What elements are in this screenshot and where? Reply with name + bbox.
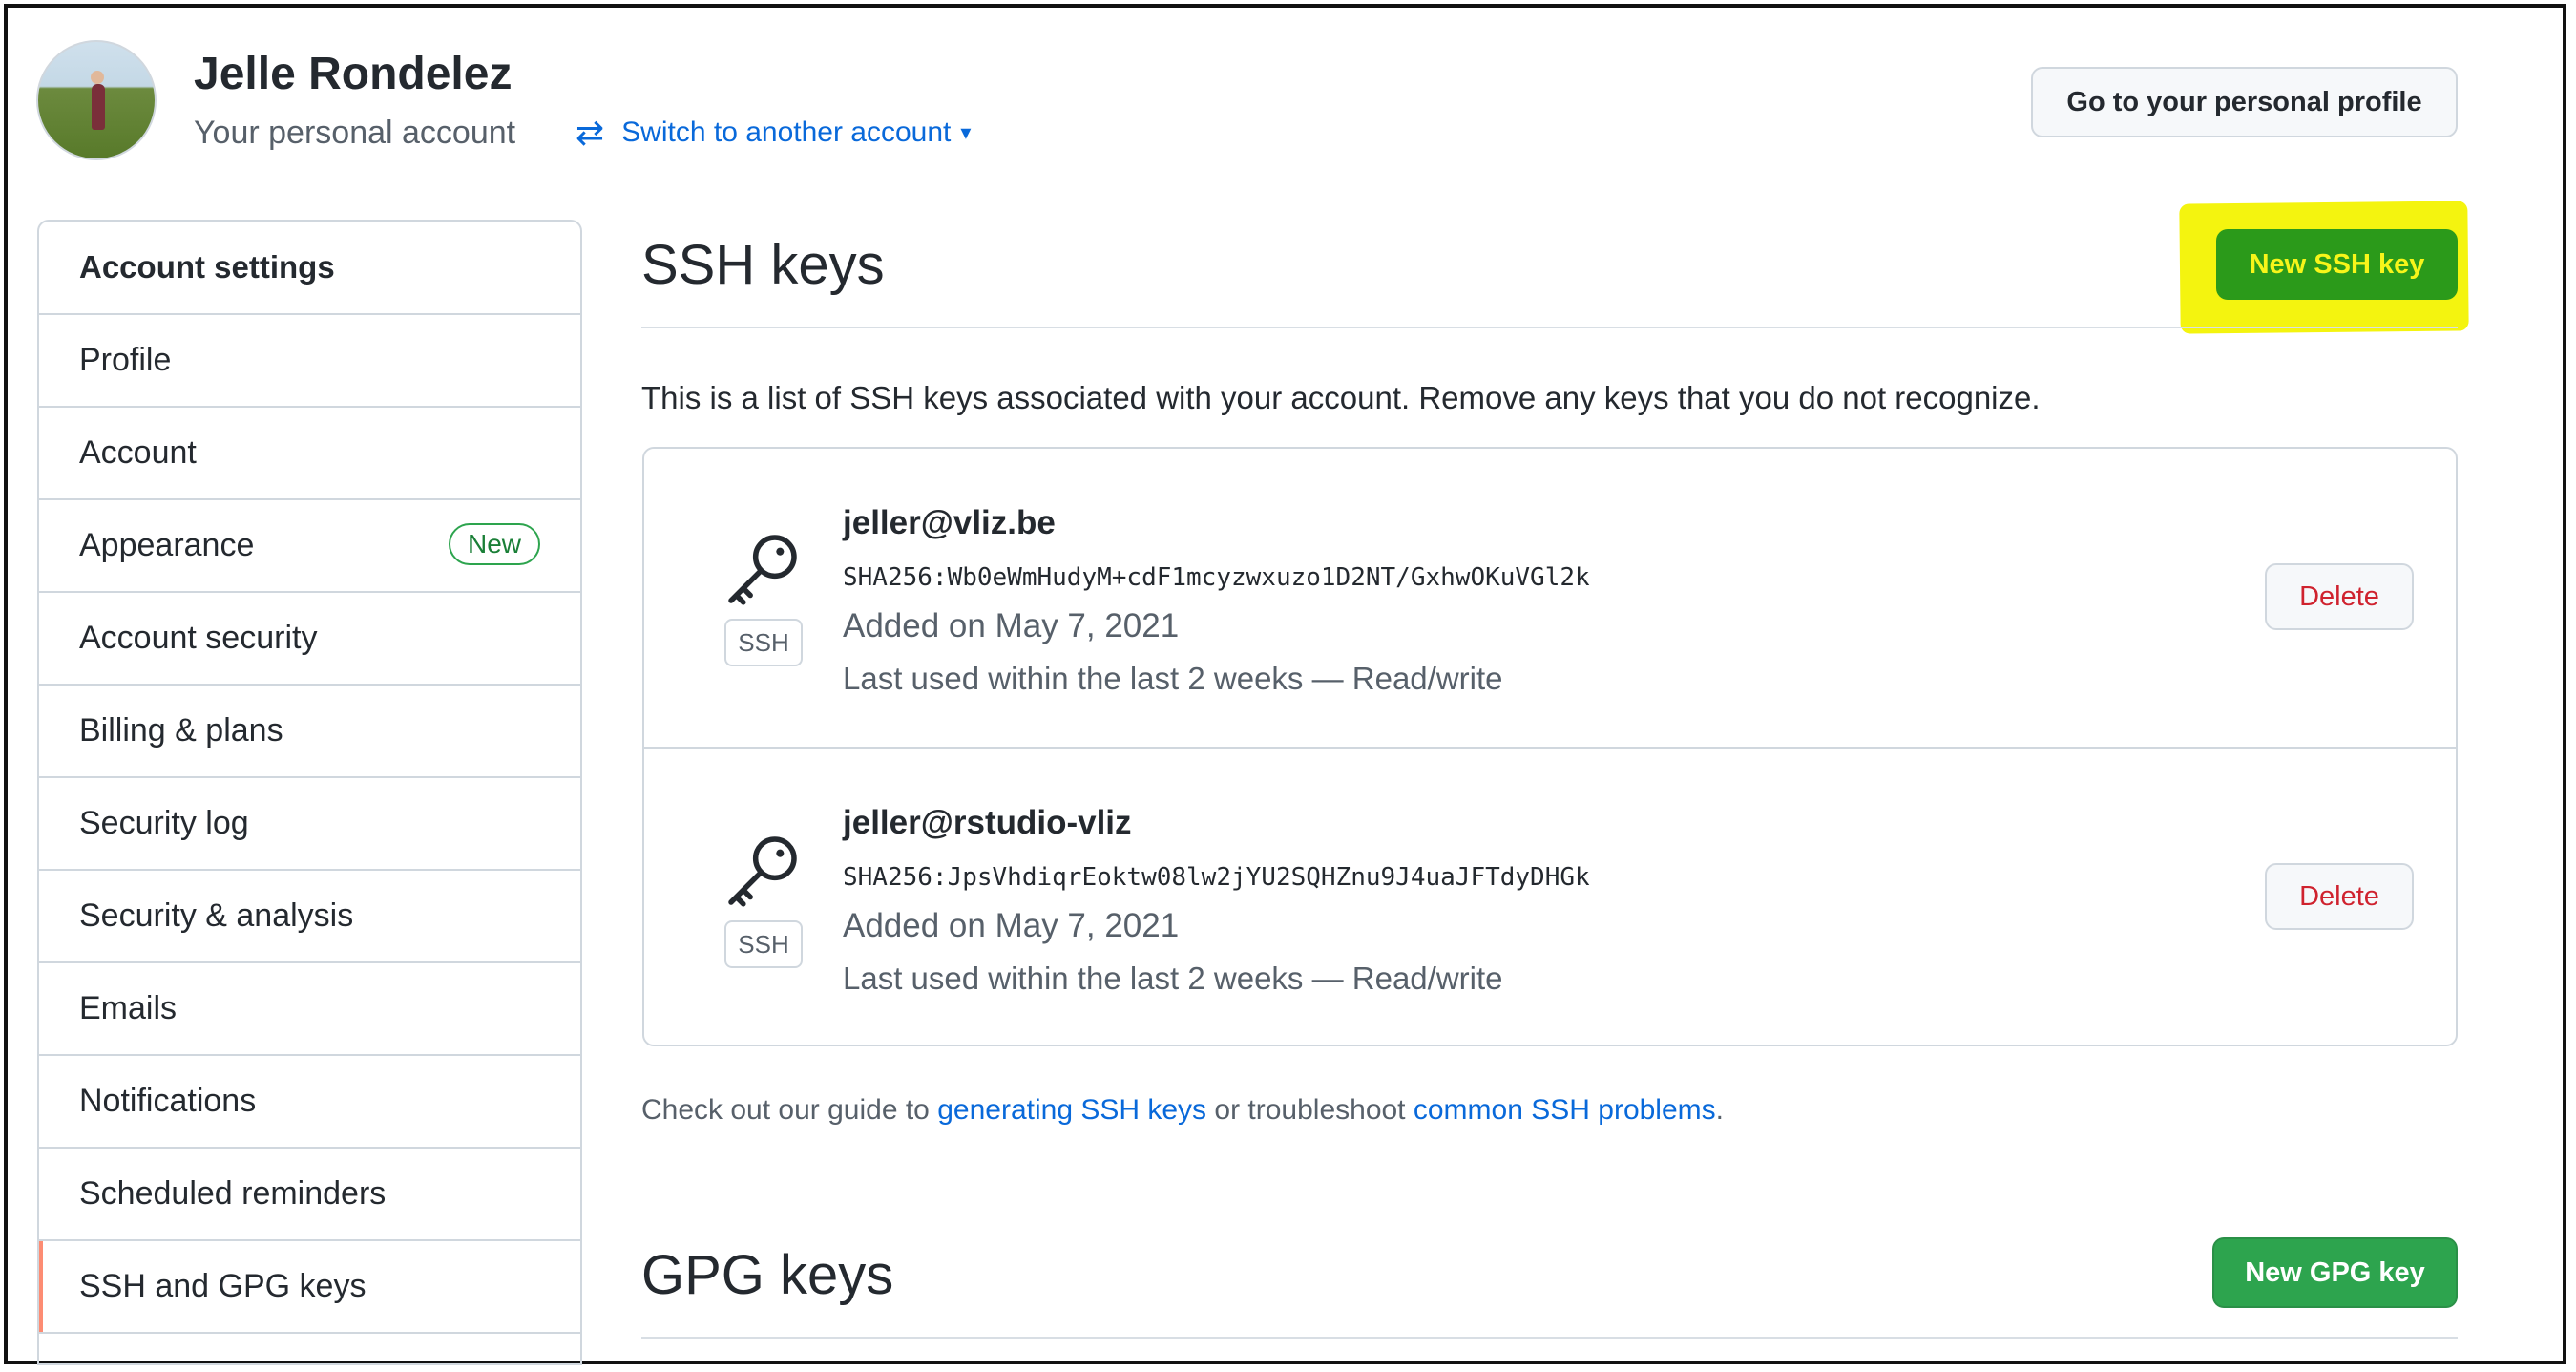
settings-sidebar: Account settings Profile Account Appeara… [37, 220, 582, 1365]
new-gpg-key-button[interactable]: New GPG key [2212, 1237, 2458, 1308]
sidebar-item-ssh-gpg-keys[interactable]: SSH and GPG keys [39, 1241, 580, 1334]
ssh-keys-description: This is a list of SSH keys associated wi… [641, 380, 2041, 415]
sidebar-item-profile[interactable]: Profile [39, 315, 580, 408]
key-last-used: Last used within the last 2 weeks — Read… [843, 960, 1503, 996]
account-type-label: Your personal account [194, 115, 516, 151]
new-ssh-key-button[interactable]: New SSH key [2216, 229, 2458, 300]
user-name: Jelle Rondelez [194, 49, 513, 99]
sidebar-item-emails[interactable]: Emails [39, 963, 580, 1056]
key-added-date: Added on May 7, 2021 [843, 907, 1180, 944]
personal-profile-button[interactable]: Go to your personal profile [2031, 67, 2458, 137]
sidebar-item-account-security[interactable]: Account security [39, 593, 580, 686]
divider [641, 1337, 2458, 1339]
key-added-date: Added on May 7, 2021 [843, 607, 1180, 644]
avatar[interactable] [36, 40, 157, 160]
common-ssh-problems-link[interactable]: common SSH problems [1414, 1094, 1716, 1126]
list-item: SSH jeller@rstudio-vliz SHA256:JpsVhdiqr… [644, 747, 2456, 1046]
ssh-guide-text: Check out our guide to generating SSH ke… [641, 1094, 1724, 1127]
sidebar-item-label: Appearance [79, 527, 255, 563]
key-fingerprint: SHA256:JpsVhdiqrEoktw08lw2jYU2SQHZnu9J4u… [843, 863, 1590, 892]
key-title: jeller@rstudio-vliz [843, 804, 1132, 841]
new-badge: New [448, 523, 540, 565]
sidebar-item-billing[interactable]: Billing & plans [39, 686, 580, 778]
key-title: jeller@vliz.be [843, 504, 1056, 541]
arrow-switch-icon: ⇄ [576, 113, 605, 152]
list-item: SSH jeller@vliz.be SHA256:Wb0eWmHudyM+cd… [644, 449, 2456, 747]
guide-suffix: . [1715, 1094, 1724, 1126]
sidebar-item-notifications[interactable]: Notifications [39, 1056, 580, 1149]
delete-key-button[interactable]: Delete [2265, 563, 2414, 630]
key-icon [728, 535, 797, 605]
guide-middle: or troubleshoot [1214, 1094, 1406, 1126]
sidebar-item-security-log[interactable]: Security log [39, 778, 580, 871]
sidebar-item-scheduled-reminders[interactable]: Scheduled reminders [39, 1149, 580, 1241]
sidebar-item-appearance[interactable]: Appearance New [39, 500, 580, 593]
gpg-keys-heading: GPG keys [641, 1244, 894, 1306]
ssh-keys-heading: SSH keys [641, 234, 885, 296]
ssh-type-label: SSH [724, 619, 803, 666]
divider [641, 327, 2458, 328]
ssh-type-label: SSH [724, 920, 803, 968]
ssh-keys-list: SSH jeller@vliz.be SHA256:Wb0eWmHudyM+cd… [642, 447, 2458, 1046]
guide-prefix: Check out our guide to [641, 1094, 930, 1126]
sidebar-heading: Account settings [39, 222, 580, 315]
switch-account-link[interactable]: ⇄ Switch to another account ▾ [576, 113, 971, 153]
key-icon [728, 836, 797, 907]
generating-ssh-keys-link[interactable]: generating SSH keys [937, 1094, 1206, 1126]
sidebar-item-account[interactable]: Account [39, 408, 580, 500]
sidebar-item-security-analysis[interactable]: Security & analysis [39, 871, 580, 963]
key-last-used: Last used within the last 2 weeks — Read… [843, 661, 1503, 696]
delete-key-button[interactable]: Delete [2265, 863, 2414, 930]
switch-account-label: Switch to another account [621, 116, 952, 148]
key-fingerprint: SHA256:Wb0eWmHudyM+cdF1mcyzwxuzo1D2NT/Gx… [843, 563, 1590, 592]
chevron-down-icon: ▾ [960, 120, 972, 144]
